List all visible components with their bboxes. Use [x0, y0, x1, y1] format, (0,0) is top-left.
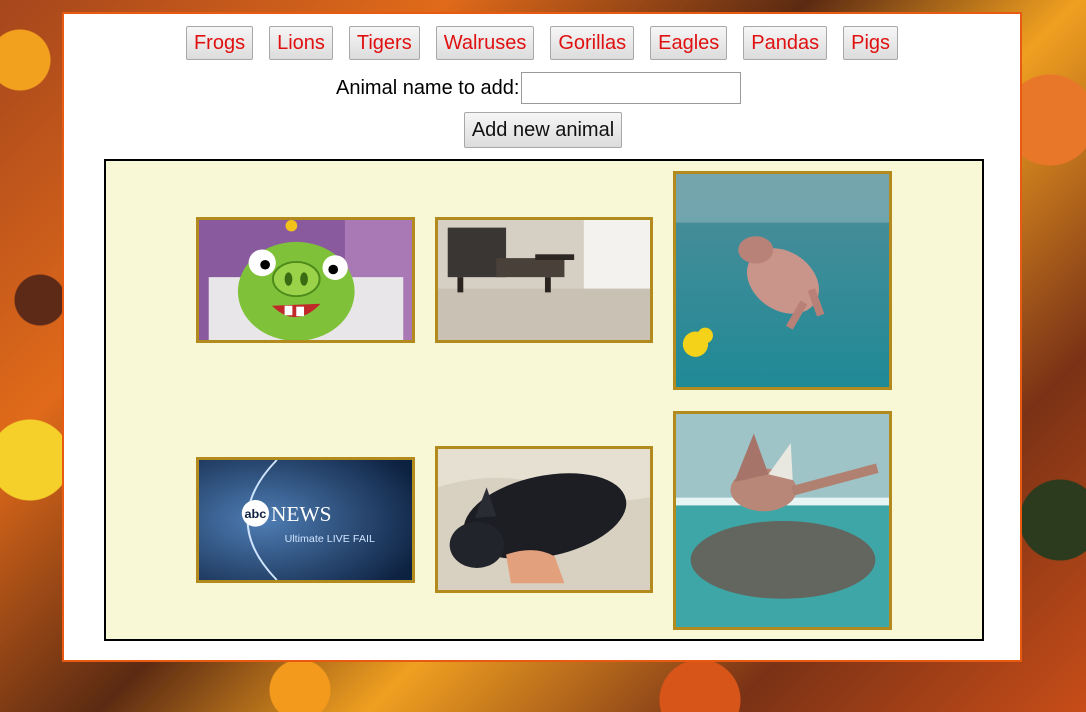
eagles-button[interactable]: Eagles [650, 26, 728, 60]
walruses-button[interactable]: Walruses [435, 26, 535, 60]
living-room-image [438, 220, 650, 340]
cartoon-pig-image [199, 220, 412, 340]
tigers-button[interactable]: Tigers [348, 26, 420, 60]
gif-thumbnail-abc-news[interactable]: abc NEWS Ultimate LIVE FAIL [196, 457, 415, 583]
gif-gallery: abc NEWS Ultimate LIVE FAIL [104, 159, 984, 641]
live-fail-text: Ultimate LIVE FAIL [285, 533, 375, 545]
gif-thumbnail-black-piglet[interactable] [435, 446, 653, 593]
abc-logo-text: abc [245, 507, 267, 521]
gif-thumbnail-living-room[interactable] [435, 217, 653, 343]
add-animal-form: Animal name to add: [336, 70, 742, 106]
animal-name-label: Animal name to add: [336, 76, 520, 99]
pig-swimming-image [676, 414, 889, 627]
pandas-button[interactable]: Pandas [743, 26, 828, 60]
pig-underwater-image [676, 174, 889, 387]
main-panel: Frogs Lions Tigers Walruses Gorillas Eagles Pa… [62, 12, 1022, 662]
gif-thumbnail-cartoon-pig[interactable] [196, 217, 415, 343]
gorillas-button[interactable]: Gorillas [550, 26, 635, 60]
abc-news-image: abc NEWS Ultimate LIVE FAIL [199, 460, 412, 580]
animal-button-row: Frogs Lions Tigers Walruses Gorillas Eagles Pa… [64, 26, 1020, 60]
lions-button[interactable]: Lions [269, 26, 333, 60]
black-piglet-image [438, 449, 650, 590]
frogs-button[interactable]: Frogs [185, 26, 254, 60]
gif-thumbnail-pig-underwater[interactable] [673, 171, 892, 390]
add-new-animal-button[interactable]: Add new animal [464, 112, 622, 148]
pigs-button[interactable]: Pigs [843, 26, 899, 60]
news-text: NEWS [271, 502, 332, 526]
gif-thumbnail-pig-swimming[interactable] [673, 411, 892, 630]
animal-name-input[interactable] [521, 72, 742, 104]
